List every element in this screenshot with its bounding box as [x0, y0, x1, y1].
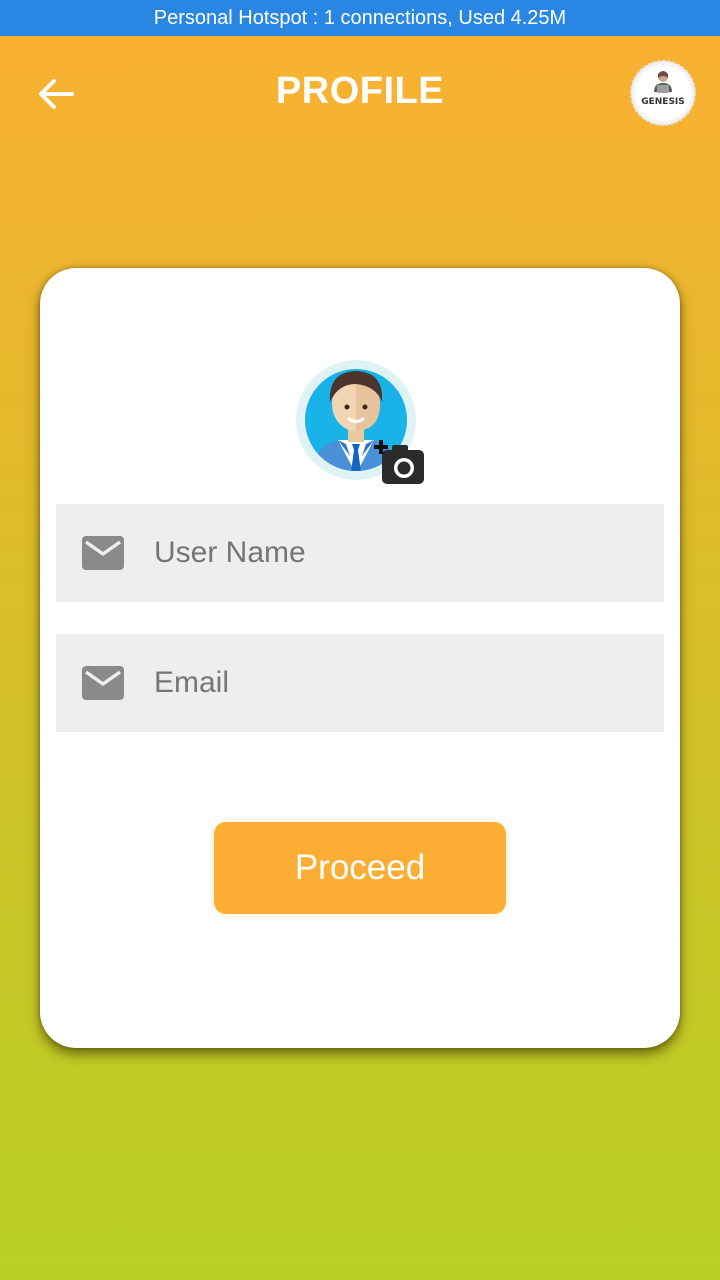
- username-field[interactable]: [56, 504, 664, 602]
- username-input[interactable]: [152, 522, 636, 584]
- add-photo-camera-icon[interactable]: [374, 440, 426, 486]
- svg-text:GENESIS: GENESIS: [641, 97, 685, 107]
- genesis-logo-badge: GENESIS: [630, 60, 696, 126]
- mail-icon: [82, 536, 124, 570]
- profile-card: Proceed: [40, 268, 680, 1048]
- email-input[interactable]: [152, 652, 636, 714]
- page-title: PROFILE: [275, 70, 445, 112]
- email-field[interactable]: [56, 634, 664, 732]
- status-bar: Personal Hotspot : 1 connections, Used 4…: [0, 0, 720, 36]
- status-bar-text: Personal Hotspot : 1 connections, Used 4…: [153, 6, 567, 29]
- mail-icon: [82, 666, 124, 700]
- proceed-button[interactable]: Proceed: [214, 822, 506, 914]
- app-bar: PROFILE GENESIS: [0, 36, 720, 148]
